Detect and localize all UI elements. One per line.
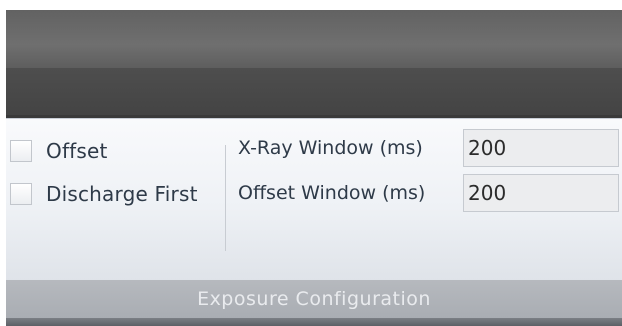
offset-window-row: Offset Window (ms) [238,174,619,212]
discharge-first-checkbox[interactable] [10,183,32,205]
offset-label: Offset [46,139,108,163]
group-title: Exposure Configuration [197,288,431,310]
offset-option[interactable]: Offset [6,139,108,163]
discharge-first-option[interactable]: Discharge First [6,182,198,206]
bottom-border [6,318,622,326]
group-footer: Exposure Configuration [6,280,622,318]
exposure-configuration-panel: Offset Discharge First X-Ray Window (ms)… [6,118,622,281]
discharge-first-label: Discharge First [46,182,198,206]
xray-window-label: X-Ray Window (ms) [238,137,423,159]
ribbon-tab-bar [6,68,622,118]
xray-window-input[interactable] [463,129,619,167]
offset-window-label: Offset Window (ms) [238,182,426,204]
title-bar [6,10,622,68]
group-divider [225,145,226,251]
xray-window-row: X-Ray Window (ms) [238,129,619,167]
offset-window-input[interactable] [463,174,619,212]
offset-checkbox[interactable] [10,140,32,162]
ribbon-window: Offset Discharge First X-Ray Window (ms)… [6,0,622,326]
